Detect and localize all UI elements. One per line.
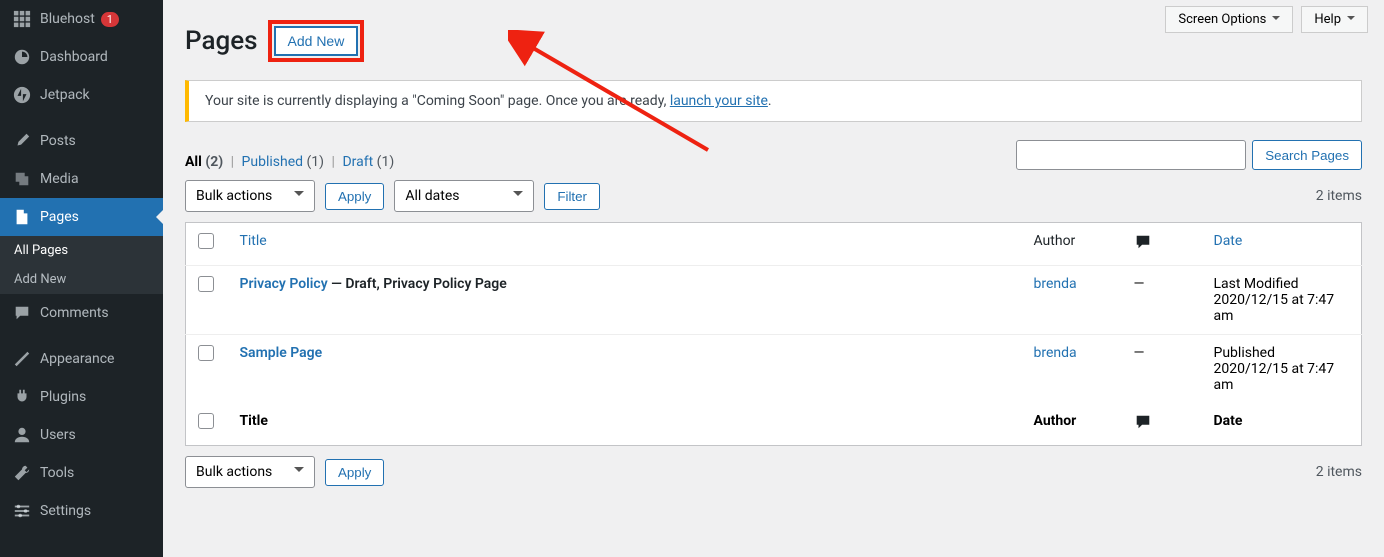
column-title-foot[interactable]: Title (228, 403, 1022, 446)
bulk-actions-select[interactable]: Bulk actions (185, 180, 315, 212)
pages-table: Title Author Date Privacy Policy — Draft… (185, 222, 1362, 446)
sidebar-item-comments[interactable]: Comments (0, 294, 163, 332)
tools-icon (12, 463, 32, 483)
sidebar-item-label: Posts (40, 133, 76, 149)
sidebar-item-posts[interactable]: Posts (0, 122, 163, 160)
sidebar-item-dashboard[interactable]: Dashboard (0, 38, 163, 76)
items-count-top: 2 items (1316, 188, 1362, 204)
sidebar-item-plugins[interactable]: Plugins (0, 378, 163, 416)
sidebar-item-label: Bluehost (40, 11, 95, 27)
column-comments (1122, 223, 1202, 266)
annotation-highlight: Add New (268, 20, 365, 62)
sidebar-item-label: Pages (40, 209, 79, 225)
add-new-button[interactable]: Add New (274, 26, 359, 56)
sidebar-item-label: Users (40, 427, 76, 443)
media-icon (12, 169, 32, 189)
status-published[interactable]: Published (1) (242, 154, 325, 170)
apply-button-top[interactable]: Apply (325, 183, 384, 210)
column-comments-foot (1122, 403, 1202, 446)
sidebar-item-label: Appearance (40, 351, 114, 367)
sidebar-item-label: Comments (40, 305, 109, 321)
column-date[interactable]: Date (1202, 223, 1362, 266)
sidebar-item-settings[interactable]: Settings (0, 492, 163, 530)
appearance-icon (12, 349, 32, 369)
post-state: — Draft, Privacy Policy Page (328, 276, 507, 292)
date-filter-select[interactable]: All dates (394, 180, 534, 212)
chevron-down-icon (1347, 16, 1355, 24)
status-all[interactable]: All (2) (185, 154, 223, 170)
author-link[interactable]: brenda (1034, 345, 1077, 361)
status-filter-links: All (2) | Published (1) | Draft (1) (185, 154, 394, 170)
comments-icon (1134, 413, 1152, 431)
submenu-all-pages[interactable]: All Pages (0, 236, 163, 265)
column-author-foot: Author (1022, 403, 1122, 446)
pages-submenu: All Pages Add New (0, 236, 163, 294)
table-row: Sample Page brenda — Published2020/12/15… (186, 335, 1362, 404)
pages-icon (12, 207, 32, 227)
screen-options-button[interactable]: Screen Options (1165, 6, 1293, 33)
sidebar-item-label: Media (40, 171, 79, 187)
row-checkbox[interactable] (198, 345, 214, 361)
row-checkbox[interactable] (198, 276, 214, 292)
plugins-icon (12, 387, 32, 407)
select-all-checkbox[interactable] (198, 233, 214, 249)
search-input[interactable] (1016, 140, 1246, 170)
bulk-actions-select-bottom[interactable]: Bulk actions (185, 456, 315, 488)
table-row: Privacy Policy — Draft, Privacy Policy P… (186, 266, 1362, 335)
sidebar-item-label: Plugins (40, 389, 86, 405)
select-all-checkbox-bottom[interactable] (198, 413, 214, 429)
main-content: Screen Options Help Pages Add New Your s… (163, 0, 1384, 557)
sidebar-item-media[interactable]: Media (0, 160, 163, 198)
sidebar-item-tools[interactable]: Tools (0, 454, 163, 492)
comments-icon (1134, 233, 1152, 251)
sidebar-item-label: Dashboard (40, 49, 108, 65)
dashboard-icon (12, 47, 32, 67)
filter-button[interactable]: Filter (544, 183, 600, 210)
column-author: Author (1022, 223, 1122, 266)
sidebar-item-label: Settings (40, 503, 91, 519)
submenu-add-new[interactable]: Add New (0, 265, 163, 294)
bluehost-icon (12, 9, 32, 29)
comments-icon (12, 303, 32, 323)
page-title-link[interactable]: Sample Page (240, 345, 323, 361)
items-count-bottom: 2 items (1316, 464, 1362, 480)
jetpack-icon (12, 85, 32, 105)
admin-sidebar: Bluehost 1 Dashboard Jetpack Posts Media… (0, 0, 163, 557)
column-title[interactable]: Title (228, 223, 1022, 266)
sidebar-item-appearance[interactable]: Appearance (0, 340, 163, 378)
sidebar-item-bluehost[interactable]: Bluehost 1 (0, 0, 163, 38)
help-button[interactable]: Help (1301, 6, 1368, 33)
sidebar-item-jetpack[interactable]: Jetpack (0, 76, 163, 114)
column-date-foot[interactable]: Date (1202, 403, 1362, 446)
date-cell: Published2020/12/15 at 7:47 am (1202, 335, 1362, 404)
page-title: Pages (185, 26, 258, 56)
page-title-link[interactable]: Privacy Policy (240, 276, 328, 292)
sidebar-item-label: Tools (40, 465, 74, 481)
posts-icon (12, 131, 32, 151)
sidebar-item-pages[interactable]: Pages (0, 198, 163, 236)
date-cell: Last Modified2020/12/15 at 7:47 am (1202, 266, 1362, 335)
sidebar-item-label: Jetpack (40, 87, 90, 103)
coming-soon-notice: Your site is currently displaying a "Com… (185, 80, 1362, 122)
sidebar-item-users[interactable]: Users (0, 416, 163, 454)
chevron-down-icon (1272, 16, 1280, 24)
status-draft[interactable]: Draft (1) (342, 154, 394, 170)
search-button[interactable]: Search Pages (1252, 140, 1362, 170)
update-badge: 1 (101, 12, 119, 27)
apply-button-bottom[interactable]: Apply (325, 459, 384, 486)
users-icon (12, 425, 32, 445)
settings-icon (12, 501, 32, 521)
launch-site-link[interactable]: launch your site (670, 93, 768, 109)
comments-cell: — (1122, 335, 1202, 404)
author-link[interactable]: brenda (1034, 276, 1077, 292)
comments-cell: — (1122, 266, 1202, 335)
